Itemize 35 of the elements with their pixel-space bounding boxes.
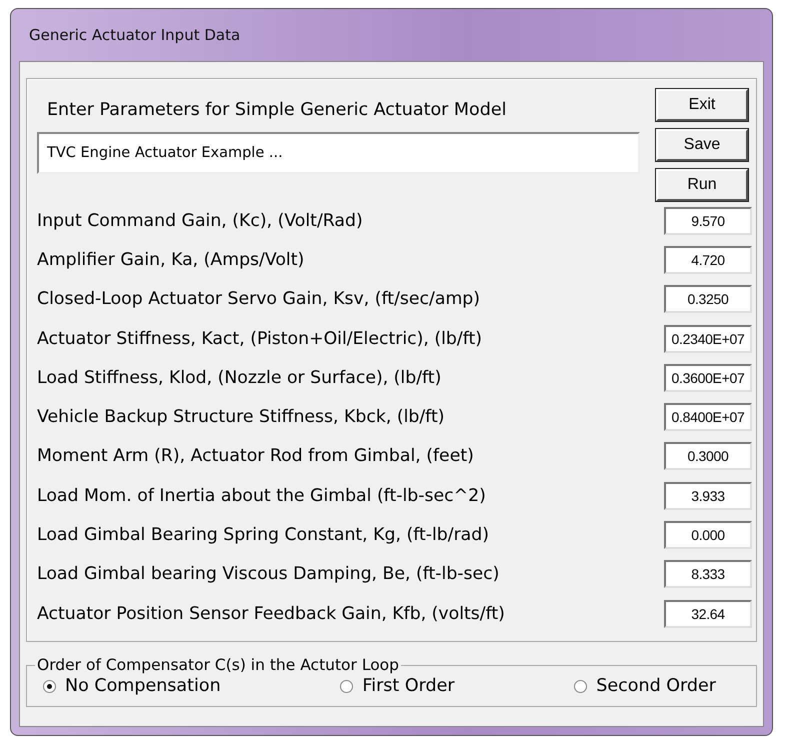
parameter-field[interactable]: 0.3600E+07 — [664, 364, 752, 392]
radio-option[interactable]: First Order — [340, 676, 455, 696]
radio-button[interactable] — [43, 680, 56, 693]
parameter-label: Load Stiffness, Klod, (Nozzle or Surface), (lb/ft) — [37, 368, 442, 388]
parameter-field[interactable]: 9.570 — [664, 206, 752, 235]
radio-option[interactable]: No Compensation — [43, 676, 221, 696]
parameter-field[interactable]: 4.720 — [664, 246, 752, 274]
parameter-label: Actuator Position Sensor Feedback Gain, Kfb, (volts/ft) — [37, 604, 505, 624]
parameter-label: Actuator Stiffness, Kact, (Piston+Oil/Electric), (lb/ft) — [37, 328, 482, 349]
parameter-field[interactable]: 0.000 — [664, 521, 752, 550]
parameter-label: Load Mom. of Inertia about the Gimbal (ft-lb-sec^2) — [37, 486, 486, 506]
parameter-label: Amplifier Gain, Ka, (Amps/Volt) — [37, 250, 304, 270]
parameter-field[interactable]: 0.3250 — [664, 285, 752, 314]
radio-button[interactable] — [574, 680, 588, 693]
form-heading: Enter Parameters for Simple Generic Actuator Model — [46, 99, 508, 120]
parameter-field[interactable]: 3.933 — [664, 482, 752, 510]
parameter-field[interactable]: 8.333 — [664, 560, 752, 588]
null[interactable]: Run — [656, 169, 748, 201]
null[interactable]: Exit — [656, 89, 748, 121]
parameter-field[interactable]: 0.3000 — [664, 442, 752, 470]
parameter-label: Moment Arm (R), Actuator Rod from Gimbal, (feet) — [37, 446, 474, 466]
parameter-label: Load Gimbal Bearing Spring Constant, Kg, (ft-lb/rad) — [37, 525, 489, 546]
description-field[interactable]: TVC Engine Actuator Example ... — [37, 132, 640, 174]
parameter-field[interactable]: 32.64 — [664, 600, 752, 628]
null[interactable]: Save — [656, 129, 748, 161]
parameter-field[interactable]: 0.8400E+07 — [664, 403, 752, 432]
parameter-label: Closed-Loop Actuator Servo Gain, Ksv, (ft/sec/amp) — [37, 289, 480, 310]
parameter-label: Vehicle Backup Structure Stiffness, Kbck, (lb/ft) — [37, 407, 444, 428]
parameter-label: Input Command Gain, (Kc), (Volt/Rad) — [37, 210, 363, 231]
group-title: Order of Compensator C(s) in the Actutor Loop — [36, 656, 400, 674]
parameter-field[interactable]: 0.2340E+07 — [664, 324, 752, 353]
radio-button[interactable] — [340, 680, 354, 693]
parameter-label: Load Gimbal bearing Viscous Damping, Be, (ft-lb-sec) — [37, 564, 500, 584]
radio-option[interactable]: Second Order — [574, 676, 716, 696]
window-title: Generic Actuator Input Data — [28, 25, 242, 46]
